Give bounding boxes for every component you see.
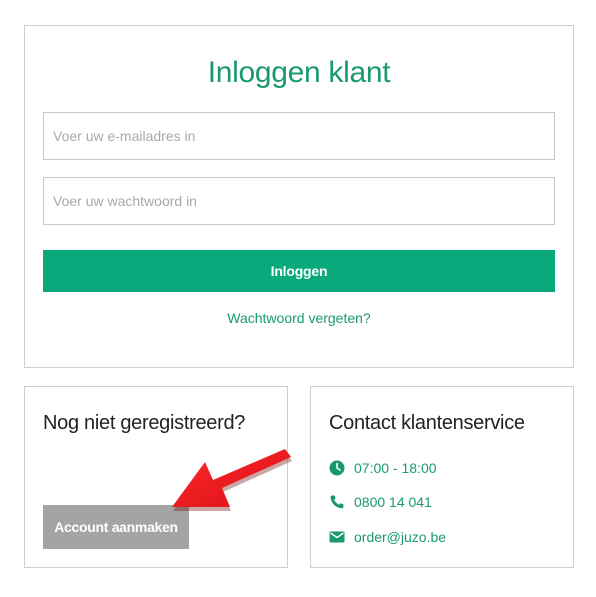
password-field[interactable]: [43, 177, 555, 225]
login-title: Inloggen klant: [207, 56, 391, 89]
email-field[interactable]: [43, 112, 555, 160]
register-heading: Nog niet geregistreerd?: [43, 412, 246, 434]
login-panel: Inloggen klant Inloggen Wachtwoord verge…: [24, 25, 574, 368]
contact-hours: 07:00 - 18:00: [329, 460, 437, 476]
envelope-icon: [329, 529, 345, 545]
contact-phone-text: 0800 14 041: [354, 494, 432, 510]
contact-heading: Contact klantenservice: [329, 412, 525, 434]
clock-icon: [329, 460, 345, 476]
contact-hours-text: 07:00 - 18:00: [354, 460, 437, 476]
contact-phone[interactable]: 0800 14 041: [329, 494, 432, 510]
phone-icon: [329, 494, 345, 510]
forgot-password-link[interactable]: Wachtwoord vergeten?: [25, 310, 573, 326]
login-button[interactable]: Inloggen: [43, 250, 555, 292]
contact-email[interactable]: order@juzo.be: [329, 529, 446, 545]
register-panel: Nog niet geregistreerd? Account aanmaken: [24, 386, 288, 568]
contact-panel: Contact klantenservice 07:00 - 18:00 080…: [310, 386, 574, 568]
create-account-button[interactable]: Account aanmaken: [43, 505, 189, 549]
contact-email-text: order@juzo.be: [354, 529, 447, 545]
